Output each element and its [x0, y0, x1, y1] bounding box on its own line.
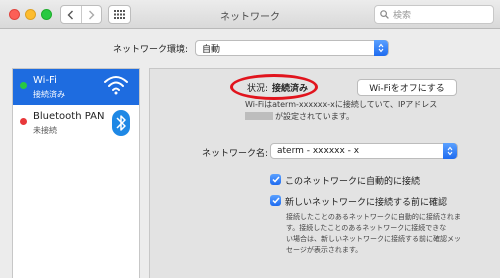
bluetooth-icon	[112, 110, 130, 136]
ask-to-join-description-line1: 接続したことのあるネットワークに自動的に接続されま	[286, 213, 461, 221]
up-down-arrows-icon	[447, 146, 453, 156]
service-list: Wi-Fi 接続済み Bluetooth PAN 未接続	[12, 68, 140, 278]
popup-stepper	[443, 143, 457, 159]
checkmark-icon	[271, 176, 280, 183]
search-field[interactable]: 検索	[374, 5, 494, 24]
turn-wifi-off-button[interactable]: Wi-Fiをオフにする	[357, 79, 457, 96]
service-status: 接続済み	[33, 90, 65, 99]
status-description-line1: Wi-Fiはaterm-xxxxxx-xに接続していて、IPアドレス	[245, 100, 438, 109]
ask-to-join-checkbox[interactable]	[270, 195, 281, 206]
title-bar: ネットワーク 検索	[0, 0, 500, 29]
ask-to-join-description-line2: す。接続したことのあるネットワークに接続できな	[286, 224, 447, 232]
network-name-popup[interactable]: aterm - xxxxxx - x	[270, 143, 458, 159]
service-item-wifi[interactable]: Wi-Fi 接続済み	[13, 69, 139, 105]
auto-join-checkbox[interactable]	[270, 174, 281, 185]
up-down-arrows-icon	[378, 43, 384, 53]
wifi-icon	[104, 76, 128, 95]
network-name-value: aterm - xxxxxx - x	[277, 146, 360, 156]
status-description-line2: が設定されています。	[245, 111, 354, 122]
service-item-bluetooth-pan[interactable]: Bluetooth PAN 未接続	[13, 105, 139, 141]
popup-stepper	[374, 40, 388, 56]
service-name: Wi-Fi	[33, 75, 57, 86]
auto-join-label[interactable]: このネットワークに自動的に接続	[285, 174, 420, 187]
location-value: 自動	[202, 44, 221, 55]
redacted-ip-address	[245, 112, 273, 120]
search-icon	[380, 10, 389, 19]
ask-to-join-description-line3: い場合は、新しいネットワークに接続する前に確認メッ	[286, 235, 461, 243]
location-label: ネットワーク環境:	[113, 45, 189, 55]
checkmark-icon	[271, 197, 280, 204]
network-name-label: ネットワーク名:	[202, 149, 269, 159]
service-name: Bluetooth PAN	[33, 111, 105, 122]
status-description-text: が設定されています。	[275, 112, 354, 121]
search-placeholder: 検索	[393, 11, 412, 21]
service-status: 未接続	[33, 126, 57, 135]
ask-to-join-label[interactable]: 新しいネットワークに接続する前に確認	[285, 195, 447, 208]
status-dot-red	[20, 118, 27, 125]
location-popup[interactable]: 自動	[195, 40, 389, 56]
ask-to-join-description-line4: セージが表示されます。	[286, 246, 363, 254]
status-dot-green	[20, 82, 27, 89]
highlight-oval	[230, 74, 318, 100]
